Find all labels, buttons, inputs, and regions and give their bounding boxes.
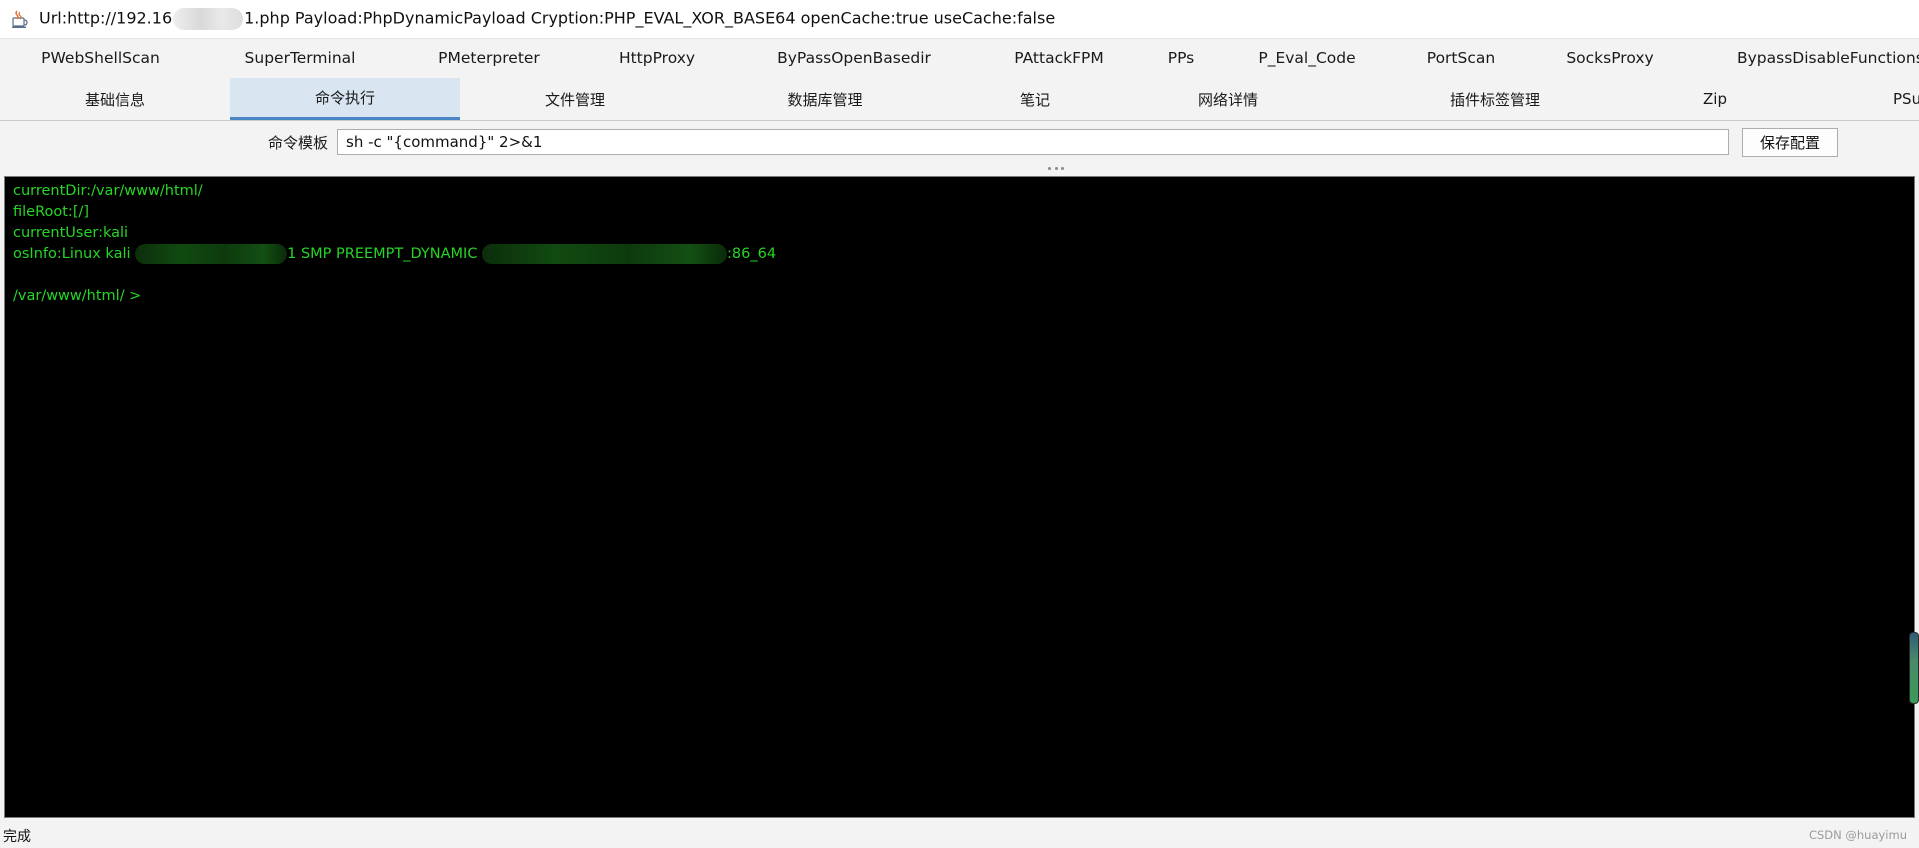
- terminal-line: currentDir:/var/www/html/: [13, 183, 203, 199]
- redacted-block: [173, 8, 244, 30]
- window-title-prefix: Url:http://192.16: [39, 8, 173, 28]
- save-config-button[interactable]: 保存配置: [1742, 128, 1838, 157]
- split-pane-handle[interactable]: [1048, 164, 1064, 172]
- terminal-prompt: /var/www/html/ >: [13, 288, 142, 304]
- title-bar: Url:http://192.16 1.php Payload:PhpDynami…: [0, 0, 1919, 39]
- tab-socksproxy[interactable]: SocksProxy: [1560, 39, 1660, 77]
- tab-superterminal[interactable]: SuperTerminal: [226, 39, 374, 77]
- os-info-middle: 1 SMP PREEMPT_DYNAMIC: [287, 246, 483, 262]
- plugin-tab-bar: PWebShellScan SuperTerminal PMeterpreter…: [0, 39, 1919, 77]
- tab-pwebshellscan[interactable]: PWebShellScan: [24, 39, 177, 77]
- tab-command-exec[interactable]: 命令执行: [230, 78, 460, 120]
- terminal-line: currentUser:kali: [13, 225, 129, 241]
- java-app-icon: [10, 9, 30, 29]
- tab-database-manager[interactable]: 数据库管理: [750, 78, 900, 120]
- tab-network-details[interactable]: 网络详情: [1168, 78, 1288, 120]
- command-template-label: 命令模板: [268, 134, 329, 152]
- tab-file-manager[interactable]: 文件管理: [500, 78, 650, 120]
- terminal-os-info-line: osInfo:Linux kali 1 SMP PREEMPT_DYNAMIC …: [13, 244, 1906, 265]
- status-bar: 完成 CSDN @huayimu: [0, 819, 1919, 848]
- tab-pps[interactable]: PPs: [1160, 39, 1202, 77]
- status-text: 完成: [3, 829, 31, 845]
- terminal-output[interactable]: currentDir:/var/www/html/ fileRoot:[/] c…: [4, 176, 1915, 818]
- command-template-bar: 命令模板 保存配置: [0, 121, 1919, 163]
- tab-bypassopenbasedir[interactable]: ByPassOpenBasedir: [768, 39, 940, 77]
- redacted-block: [482, 244, 728, 264]
- tab-zip[interactable]: Zip: [1685, 78, 1745, 120]
- watermark-text: CSDN @huayimu: [1808, 828, 1907, 842]
- main-tab-bar: 基础信息 命令执行 文件管理 数据库管理 笔记 网络详情 插件标签管理 Zip …: [0, 78, 1919, 121]
- app-window: Url:http://192.16 1.php Payload:PhpDynami…: [0, 0, 1919, 848]
- tab-pattackfpm[interactable]: PAttackFPM: [1003, 39, 1115, 77]
- side-scroll-indicator[interactable]: [1909, 632, 1919, 704]
- tab-basic-info[interactable]: 基础信息: [40, 78, 190, 120]
- os-info-suffix: :86_64: [727, 246, 777, 262]
- window-title-suffix: 1.php Payload:PhpDynamicPayload Cryption…: [244, 8, 1056, 28]
- terminal-line: fileRoot:[/]: [13, 204, 90, 220]
- tab-plugin-tag-manager[interactable]: 插件标签管理: [1420, 78, 1570, 120]
- command-template-input[interactable]: [337, 129, 1729, 155]
- tab-notes[interactable]: 笔记: [985, 78, 1085, 120]
- tab-portscan[interactable]: PortScan: [1420, 39, 1502, 77]
- tab-httpproxy[interactable]: HttpProxy: [604, 39, 710, 77]
- window-title: Url:http://192.16 1.php Payload:PhpDynami…: [39, 8, 1055, 30]
- redacted-block: [135, 244, 288, 264]
- tab-p-eval-code[interactable]: P_Eval_Code: [1252, 39, 1362, 77]
- tab-pmeterpreter[interactable]: PMeterpreter: [418, 39, 560, 77]
- tab-bypassdisablefunctions[interactable]: BypassDisableFunctions: [1737, 39, 1919, 77]
- tab-psu[interactable]: PSu: [1893, 78, 1919, 120]
- os-info-prefix: osInfo:Linux kali: [13, 246, 136, 262]
